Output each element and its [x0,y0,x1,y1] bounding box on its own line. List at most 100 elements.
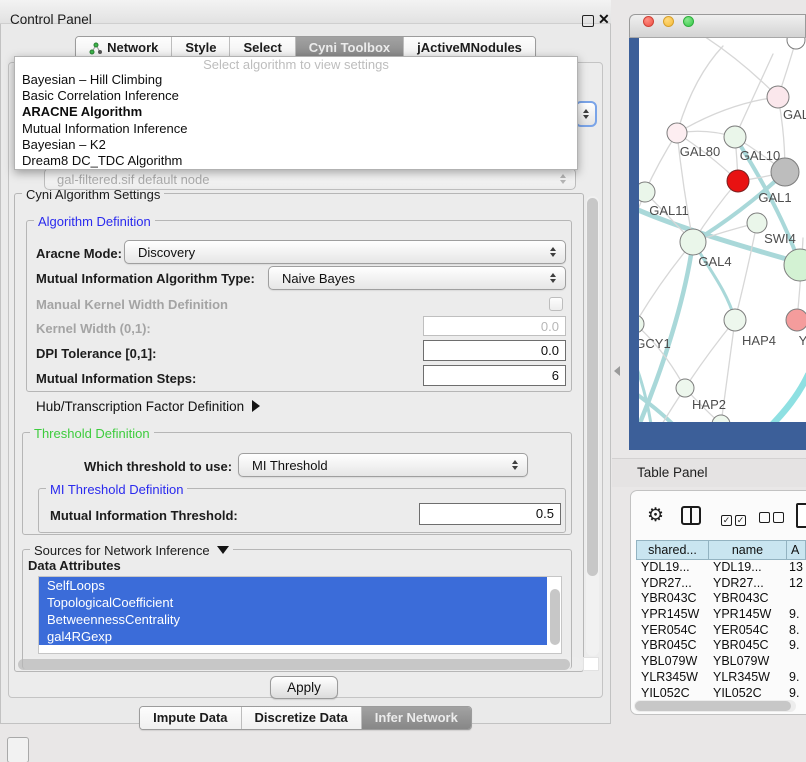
network-node-gal10[interactable] [724,126,746,148]
network-node[interactable] [712,415,730,422]
mi-threshold-field[interactable]: 0.5 [419,503,561,525]
algorithm-option[interactable]: Bayesian – Hill Climbing [15,72,577,88]
network-node-swi4[interactable] [784,249,806,281]
table-cell[interactable]: YBR045C [708,638,786,654]
table-cell[interactable]: 12 [786,576,806,592]
columns-icon[interactable] [681,506,701,525]
kernel-width-field[interactable]: 0.0 [423,316,566,336]
table-cell[interactable]: 8. [786,623,806,639]
mac-close-button[interactable] [643,16,654,27]
network-edge[interactable] [765,375,806,422]
settings-vscrollbar-track[interactable] [586,196,599,656]
table-cell[interactable]: YDR27... [636,576,708,592]
table-row[interactable]: YBL079WYBL079W [636,654,806,670]
table-cell[interactable]: YBL079W [708,654,786,670]
manual-kernel-checkbox[interactable] [549,297,563,311]
minimized-widget[interactable] [7,737,29,762]
algorithm-option[interactable]: Dream8 DC_TDC Algorithm [15,153,577,169]
mi-type-combobox[interactable]: Naive Bayes [268,266,566,290]
network-canvas[interactable]: GALGAL80GAL10GAL1GAL11SWI4GAL4HAP4YGCY1H… [639,38,806,422]
tab-impute-data[interactable]: Impute Data [140,707,240,729]
network-selector-combobox[interactable]: gal-filtered.sif default node [44,168,576,190]
table-cell[interactable]: 9. [786,638,806,654]
network-edge[interactable] [735,223,757,320]
attribute-list-item[interactable]: TopologicalCoefficient [39,594,547,611]
hub-definition-expander[interactable]: Hub/Transcription Factor Definition [36,399,260,414]
mac-zoom-button[interactable] [683,16,694,27]
algorithm-option[interactable]: Mutual Information Inference [15,121,577,137]
network-node-gal[interactable] [767,86,789,108]
network-node[interactable] [747,213,767,233]
dpi-tolerance-field[interactable]: 0.0 [423,340,566,361]
table-row[interactable]: YLR345WYLR345W9. [636,670,806,686]
table-cell[interactable]: YIL052C [708,686,786,701]
algorithm-option[interactable]: Bayesian – K2 [15,137,577,153]
network-node-y[interactable] [786,309,806,331]
network-node[interactable] [787,38,805,49]
aracne-mode-combobox[interactable]: Discovery [124,240,566,264]
attribute-list-item[interactable]: BetweennessCentrality [39,611,547,628]
table-cell[interactable]: 13 [786,560,806,576]
float-window-icon[interactable] [582,15,594,27]
network-node-gal4[interactable] [680,229,706,255]
table-hscrollbar-thumb[interactable] [635,701,791,711]
algorithm-option[interactable]: ARACNE Algorithm [15,104,577,120]
table-cell[interactable]: 9. [786,670,806,686]
table-cell[interactable] [786,654,806,670]
table-cell[interactable]: YER054C [708,623,786,639]
tab-infer-network[interactable]: Infer Network [361,707,471,729]
table-cell[interactable]: YLR345W [636,670,708,686]
table-row[interactable]: YPR145WYPR145W9. [636,607,806,623]
network-edge[interactable] [639,324,685,388]
gear-icon[interactable]: ⚙ [647,506,664,525]
table-row[interactable]: YDL19...YDL19...13 [636,560,806,576]
table-hscrollbar-track[interactable] [634,700,796,712]
table-cell[interactable]: YIL052C [636,686,708,701]
table-cell[interactable]: YLR345W [708,670,786,686]
export-table-icon[interactable] [796,503,806,528]
mi-steps-field[interactable]: 6 [423,365,566,386]
table-cell[interactable]: YBR045C [636,638,708,654]
close-icon[interactable]: ✕ [598,11,610,28]
network-node-hap4[interactable] [724,309,746,331]
table-row[interactable]: YER054CYER054C8. [636,623,806,639]
tab-discretize-data[interactable]: Discretize Data [241,707,361,729]
algorithm-option[interactable]: Basic Correlation Inference [15,88,577,104]
algorithm-combobox-fragment[interactable] [575,101,597,127]
network-node-gal1[interactable] [727,170,749,192]
mac-minimize-button[interactable] [663,16,674,27]
select-all-columns-icon[interactable]: ✓✓ [721,510,746,528]
table-row[interactable]: YBR043CYBR043C [636,591,806,607]
table-cell[interactable]: 9. [786,686,806,701]
network-node-gal11[interactable] [639,182,655,202]
network-window-titlebar[interactable] [629,14,806,38]
network-node-gcy1[interactable] [639,315,644,333]
which-threshold-combobox[interactable]: MI Threshold [238,453,528,477]
table-cell[interactable]: YDL19... [636,560,708,576]
apply-button[interactable]: Apply [270,676,338,699]
network-node-hap2[interactable] [676,379,694,397]
table-header-cell[interactable]: A [787,541,805,559]
split-pane-collapse-icon[interactable] [614,366,620,376]
table-row[interactable]: YIL052CYIL052C9. [636,686,806,701]
table-cell[interactable]: YBR043C [708,591,786,607]
table-cell[interactable]: YPR145W [708,607,786,623]
table-cell[interactable]: YPR145W [636,607,708,623]
table-cell[interactable]: YDR27... [708,576,786,592]
attribute-list-item[interactable]: SelfLoops [39,577,547,594]
attribute-list-item[interactable]: gal4RGexp [39,628,547,645]
table-cell[interactable]: YBL079W [636,654,708,670]
table-header-cell[interactable]: shared... [637,541,709,559]
table-cell[interactable]: YDL19... [708,560,786,576]
deselect-all-columns-icon[interactable] [759,510,784,528]
sources-expander[interactable]: Sources for Network Inference [30,543,233,558]
table-cell[interactable]: YER054C [636,623,708,639]
network-node-gal80[interactable] [667,123,687,143]
table-header-cell[interactable]: name [709,541,787,559]
network-edge[interactable] [677,97,778,133]
table-cell[interactable] [786,591,806,607]
attribute-list-vscrollbar-thumb[interactable] [550,589,560,645]
settings-vscrollbar-thumb[interactable] [587,198,598,576]
table-row[interactable]: YDR27...YDR27...12 [636,576,806,592]
table-cell[interactable]: 9. [786,607,806,623]
